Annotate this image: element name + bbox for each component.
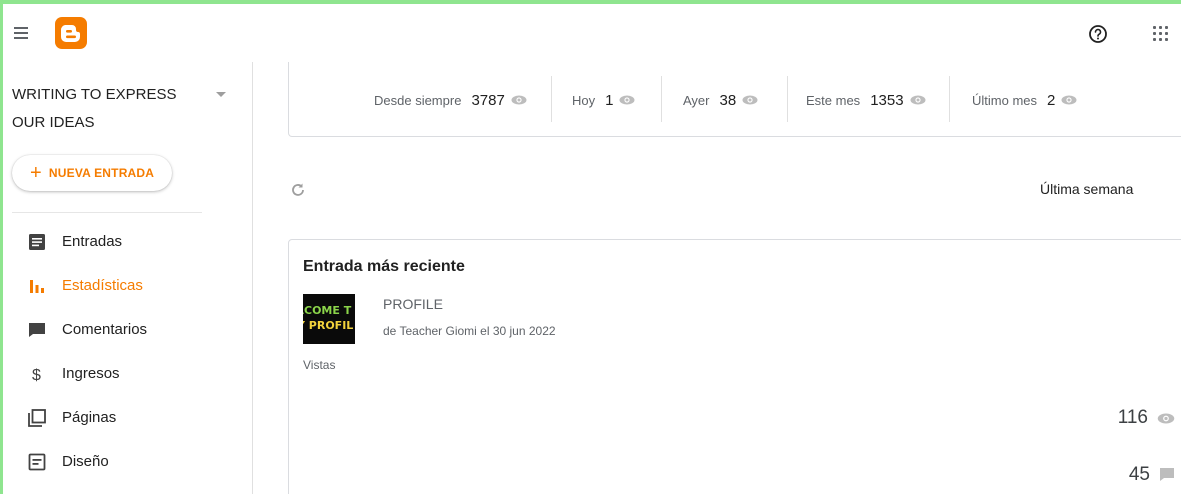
stat-label: Desde siempre: [374, 92, 462, 108]
eye-icon: [742, 95, 758, 105]
recent-post-heading: Entrada más reciente: [303, 258, 465, 275]
views-metric: 116: [1118, 407, 1175, 429]
help-circle-icon[interactable]: [1088, 24, 1108, 44]
stat-label: Este mes: [806, 92, 861, 108]
eye-icon: [910, 95, 926, 105]
blogger-logo-icon[interactable]: [55, 17, 87, 49]
sidebar-item-comentarios[interactable]: Comentarios: [3, 310, 251, 350]
blog-title[interactable]: WRITING TO EXPRESS OUR IDEAS: [12, 81, 202, 137]
stat-yesterday: Ayer 38: [683, 90, 758, 110]
new-post-label: NUEVA ENTRADA: [48, 166, 155, 180]
sidebar-item-label: Comentarios: [62, 321, 148, 338]
stat-divider: [661, 76, 662, 122]
posts-icon: [29, 234, 45, 250]
comment-icon: [1160, 468, 1174, 481]
sidebar-item-label: Ingresos: [62, 365, 120, 382]
sidebar: WRITING TO EXPRESS OUR IDEAS + NUEVA ENT…: [3, 62, 253, 494]
sidebar-item-ingresos[interactable]: $ Ingresos: [3, 354, 251, 394]
period-selector[interactable]: Última semana: [1040, 181, 1133, 197]
stat-this-month: Este mes 1353: [806, 90, 926, 110]
stat-today: Hoy 1: [572, 90, 635, 110]
pages-icon: [28, 409, 46, 427]
sidebar-divider: [12, 212, 202, 213]
stat-last-month: Último mes 2: [972, 90, 1077, 110]
eye-icon: [1061, 95, 1077, 105]
views-count: 116: [1117, 407, 1148, 428]
stats-summary-card: Desde siempre 3787 Hoy 1 Ayer 38 Este me…: [288, 62, 1181, 137]
blogger-window: WRITING TO EXPRESS OUR IDEAS + NUEVA ENT…: [3, 4, 1181, 494]
new-post-button[interactable]: + NUEVA ENTRADA: [12, 155, 172, 191]
stats-icon: [30, 280, 44, 293]
stat-divider: [787, 76, 788, 122]
svg-text:$: $: [32, 367, 41, 383]
sidebar-item-label: Diseño: [62, 453, 109, 470]
dollar-icon: $: [32, 367, 41, 383]
views-label: Vistas: [303, 358, 336, 372]
eye-icon: [619, 95, 635, 105]
comments-metric: 45: [1129, 464, 1175, 486]
sidebar-item-label: Páginas: [62, 409, 117, 426]
eye-icon: [511, 95, 527, 105]
stat-all-time: Desde siempre 3787: [374, 90, 527, 110]
post-meta: de Teacher Giomi el 30 jun 2022: [383, 324, 556, 338]
sidebar-item-diseno[interactable]: Diseño: [3, 442, 251, 482]
top-app-bar: [3, 4, 1181, 62]
stat-divider: [949, 76, 950, 122]
stat-value: 1353: [870, 91, 904, 109]
comments-count: 45: [1128, 464, 1150, 485]
sidebar-item-label: Entradas: [62, 233, 123, 250]
stat-value: 1: [605, 91, 614, 109]
sidebar-item-paginas[interactable]: Páginas: [3, 398, 251, 438]
post-thumbnail[interactable]: LCOME T Y PROFIL: [303, 294, 355, 344]
post-title-link[interactable]: PROFILE: [383, 296, 443, 312]
main-content: Desde siempre 3787 Hoy 1 Ayer 38 Este me…: [254, 62, 1181, 494]
refresh-icon[interactable]: [290, 182, 306, 198]
stat-value: 38: [719, 91, 737, 109]
layout-icon: [28, 453, 46, 471]
hamburger-icon[interactable]: [11, 24, 31, 42]
plus-icon: +: [30, 162, 42, 184]
thumbnail-text: Y PROFIL: [303, 319, 354, 332]
recent-post-card: Entrada más reciente LCOME T Y PROFIL PR…: [288, 239, 1181, 494]
sidebar-item-entradas[interactable]: Entradas: [3, 222, 251, 262]
comments-icon: [29, 323, 45, 337]
sidebar-item-label: Estadísticas: [62, 277, 143, 294]
stat-label: Hoy: [572, 92, 596, 108]
stat-label: Último mes: [972, 92, 1038, 108]
thumbnail-text: LCOME T: [303, 304, 352, 317]
sidebar-item-estadisticas[interactable]: Estadísticas: [3, 266, 251, 306]
chevron-down-icon[interactable]: [216, 92, 226, 97]
apps-grid-icon[interactable]: [1153, 26, 1169, 42]
stat-divider: [551, 76, 552, 122]
stat-label: Ayer: [683, 92, 710, 108]
eye-icon: [1157, 413, 1175, 423]
stat-value: 2: [1047, 91, 1056, 109]
stat-value: 3787: [471, 91, 505, 109]
